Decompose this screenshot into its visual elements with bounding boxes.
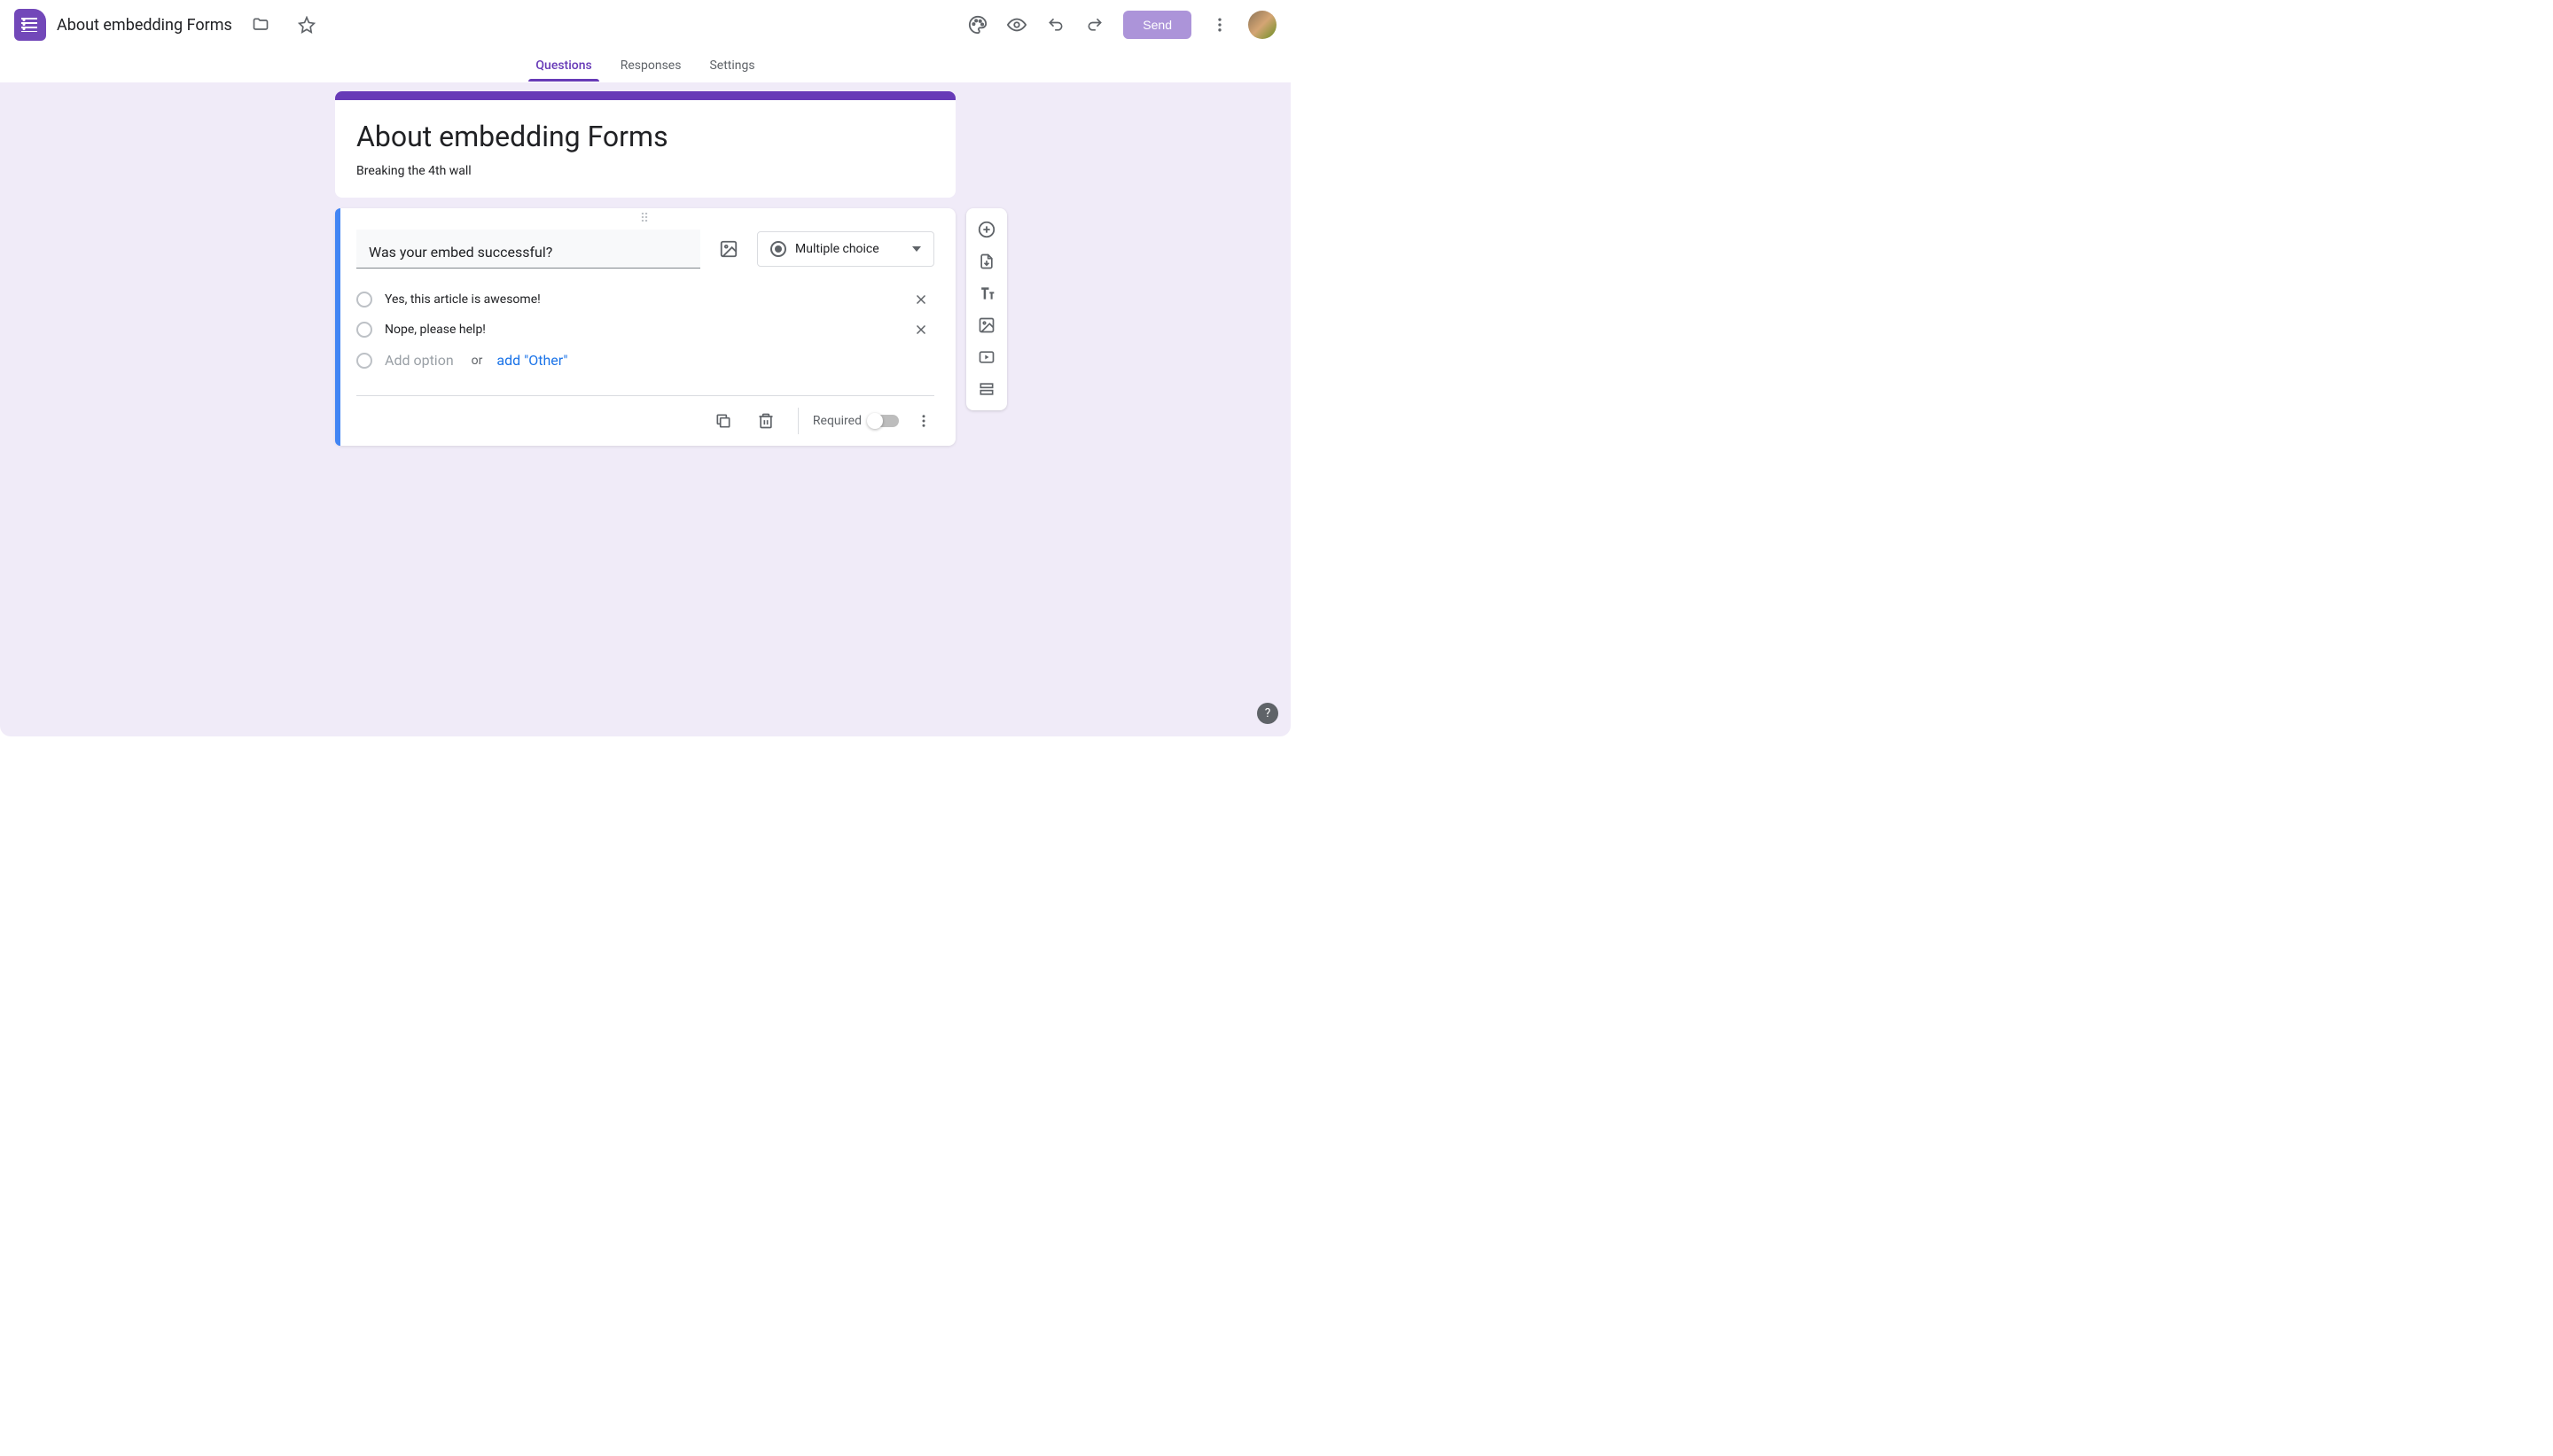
title-card[interactable]: About embedding Forms Breaking the 4th w… [335, 91, 956, 198]
more-menu-button[interactable] [1202, 7, 1237, 43]
tab-settings[interactable]: Settings [695, 51, 769, 82]
app-header: About embedding Forms Send [0, 0, 1291, 50]
duplicate-button[interactable] [706, 403, 741, 439]
preview-button[interactable] [999, 7, 1034, 43]
send-button[interactable]: Send [1123, 11, 1191, 39]
required-toggle[interactable] [869, 415, 899, 427]
question-type-select[interactable]: Multiple choice [757, 231, 934, 267]
image-icon [978, 316, 995, 334]
chevron-down-icon [912, 246, 921, 252]
question-text-input[interactable]: Was your embed successful? [356, 230, 700, 269]
add-other-button[interactable]: add "Other" [496, 352, 567, 369]
star-button[interactable] [289, 7, 324, 43]
copy-icon [714, 412, 732, 430]
remove-option-button[interactable] [913, 322, 934, 338]
plus-circle-icon [977, 220, 996, 239]
folder-icon [252, 16, 269, 34]
text-icon [978, 284, 995, 302]
radio-icon [770, 241, 786, 257]
option-input[interactable]: Yes, this article is awesome! [385, 292, 901, 307]
side-toolbar [966, 208, 1007, 410]
required-label: Required [813, 414, 862, 428]
close-icon [913, 322, 929, 338]
type-label: Multiple choice [795, 242, 879, 256]
eye-icon [1007, 15, 1027, 35]
tab-questions[interactable]: Questions [521, 51, 605, 82]
radio-placeholder-icon [356, 322, 372, 338]
drag-handle-icon[interactable]: ⠿ [335, 208, 956, 230]
add-section-button[interactable] [966, 373, 1007, 405]
option-input[interactable]: Nope, please help! [385, 323, 901, 337]
header-left: About embedding Forms [14, 7, 324, 43]
avatar[interactable] [1248, 11, 1276, 39]
option-row: Nope, please help! [356, 315, 934, 345]
question-more-button[interactable] [906, 403, 941, 439]
add-title-button[interactable] [966, 277, 1007, 309]
question-text: Was your embed successful? [369, 244, 552, 261]
radio-placeholder-icon [356, 292, 372, 308]
question-footer: Required [335, 396, 956, 446]
help-button[interactable]: ? [1257, 703, 1278, 724]
customize-theme-button[interactable] [960, 7, 995, 43]
question-card[interactable]: ⠿ Was your embed successful? Multiple ch… [335, 208, 956, 446]
more-vert-icon [1211, 16, 1229, 34]
question-header-row: Was your embed successful? Multiple choi… [335, 230, 956, 269]
add-video-button[interactable] [966, 341, 1007, 373]
separator [798, 408, 799, 434]
form-title[interactable]: About embedding Forms [356, 120, 934, 153]
close-icon [913, 292, 929, 308]
add-image-button[interactable] [711, 231, 746, 267]
tabs-bar: Questions Responses Settings [0, 50, 1291, 82]
star-icon [298, 16, 316, 34]
add-option-row: Add option or add "Other" [356, 345, 934, 376]
undo-button[interactable] [1038, 7, 1074, 43]
section-icon [978, 380, 995, 398]
form-description[interactable]: Breaking the 4th wall [356, 164, 934, 178]
tab-responses[interactable]: Responses [606, 51, 696, 82]
undo-icon [1047, 16, 1065, 34]
palette-icon [968, 15, 988, 35]
redo-button[interactable] [1077, 7, 1113, 43]
delete-button[interactable] [748, 403, 784, 439]
or-label: or [472, 354, 483, 368]
header-right: Send [960, 7, 1276, 43]
image-icon [719, 239, 738, 259]
import-questions-button[interactable] [966, 245, 1007, 277]
move-to-folder-button[interactable] [243, 7, 278, 43]
import-icon [978, 253, 995, 270]
workspace: About embedding Forms Breaking the 4th w… [0, 82, 1291, 736]
radio-placeholder-icon [356, 353, 372, 369]
add-option-button[interactable]: Add option [385, 352, 454, 369]
video-icon [978, 348, 995, 366]
add-image-tool-button[interactable] [966, 309, 1007, 341]
help-icon: ? [1265, 706, 1271, 720]
remove-option-button[interactable] [913, 292, 934, 308]
trash-icon [757, 412, 775, 430]
forms-logo-icon[interactable] [14, 9, 46, 41]
document-title[interactable]: About embedding Forms [57, 16, 232, 35]
form-container: About embedding Forms Breaking the 4th w… [335, 91, 956, 446]
more-vert-icon [916, 413, 932, 429]
add-question-button[interactable] [966, 214, 1007, 245]
redo-icon [1086, 16, 1104, 34]
option-row: Yes, this article is awesome! [356, 284, 934, 315]
options-list: Yes, this article is awesome! Nope, plea… [335, 269, 956, 381]
